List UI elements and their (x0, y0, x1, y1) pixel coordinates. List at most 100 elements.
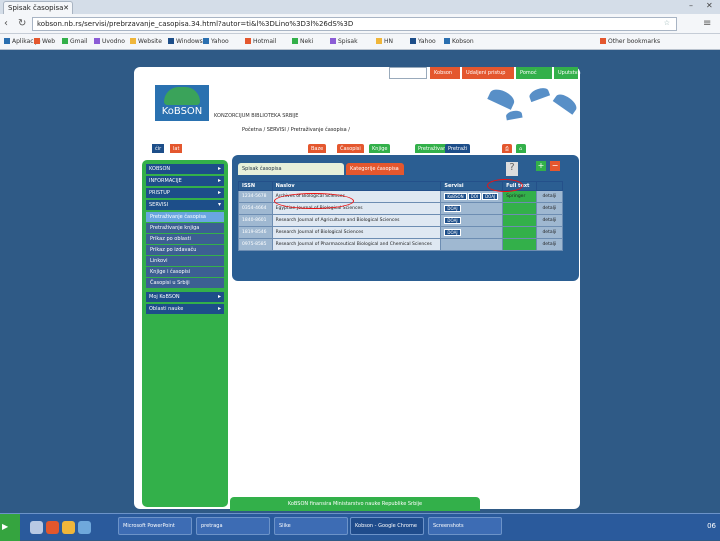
bookmark-item[interactable]: HN (376, 38, 393, 45)
minimize-icon[interactable]: – (689, 1, 693, 10)
topnav-help[interactable]: Pomoć (516, 67, 552, 79)
tree-logo-icon (164, 87, 200, 105)
clock: 06 (707, 522, 716, 530)
lang-cyrillic[interactable]: ćir (152, 144, 165, 153)
bookmark-item[interactable]: Gmail (62, 38, 88, 45)
quicklaunch-icon[interactable] (30, 521, 43, 534)
taskbar-window-button[interactable]: Screenshots (428, 517, 502, 535)
sidebar-section-info[interactable]: INFORMACIJE ▸ (146, 176, 224, 186)
mainnav-pretrazi[interactable]: Pretraži (445, 144, 471, 153)
service-badge[interactable]: KoBSON (444, 193, 467, 200)
tab-journal-list[interactable]: Spisak časopisa (238, 163, 344, 175)
sidebar-section-access[interactable]: PRISTUP ▸ (146, 188, 224, 198)
services-cell (440, 238, 504, 251)
bookmark-favicon-icon (292, 38, 298, 44)
fulltext-cell[interactable] (502, 202, 537, 215)
browser-tab[interactable]: Spisak časopisa ✕ (3, 1, 73, 14)
details-button[interactable]: detalji (535, 190, 564, 203)
details-button[interactable]: detalji (535, 202, 564, 215)
bookmark-item[interactable]: Hotmail (245, 38, 276, 45)
bookmark-item[interactable]: Yahoo (410, 38, 436, 45)
topnav-kobson[interactable]: Kobson (430, 67, 460, 79)
details-button[interactable]: detalji (535, 238, 564, 251)
topnav-guides[interactable]: Uputstva (554, 67, 581, 79)
service-badge[interactable]: DOAJ (444, 217, 461, 224)
add-icon[interactable]: + (536, 161, 546, 171)
close-tab-icon[interactable]: ✕ (63, 4, 69, 12)
bookmark-item[interactable]: Kobson (444, 38, 474, 45)
settings-wrench-icon[interactable]: ≡ (703, 18, 711, 29)
mainnav-knjige[interactable]: Knjige (369, 144, 391, 153)
fulltext-cell[interactable] (502, 226, 537, 239)
kobson-logo[interactable]: KoBSON (153, 83, 211, 123)
bookmark-item[interactable]: Other bookmarks (600, 38, 660, 45)
fulltext-cell[interactable]: Springer (502, 190, 537, 203)
bookmark-favicon-icon (330, 38, 336, 44)
journal-title-link[interactable]: Research Journal of Agriculture and Biol… (271, 214, 442, 227)
table-row: 1840-8601 Research Journal of Agriculture… (238, 214, 564, 227)
bookmark-favicon-icon (4, 38, 10, 44)
sidebar-item-book-search[interactable]: Pretraživanje knjiga (146, 223, 224, 233)
taskbar-window-button[interactable]: Slike (274, 517, 348, 535)
breadcrumb: Početna / SERVISI / Pretraživanje časopi… (242, 127, 350, 133)
reload-icon[interactable]: ↻ (18, 18, 26, 29)
bookmark-item[interactable]: Windows (168, 38, 203, 45)
chrome-icon[interactable] (46, 521, 59, 534)
print-icon[interactable]: ⎙ (502, 144, 512, 153)
mainnav-baze[interactable]: Baze (308, 144, 327, 153)
bookmark-favicon-icon (410, 38, 416, 44)
bookmark-favicon-icon (168, 38, 174, 44)
sidebar-section-kobson[interactable]: KOBSON ▸ (146, 164, 224, 174)
bookmark-star-icon[interactable]: ☆ (664, 19, 670, 27)
bookmark-item[interactable]: Web (34, 38, 55, 45)
bookmarks-bar: Aplikacije Web Gmail Uvodno Website Windows Ya… (0, 34, 720, 50)
brand-line: KONZORCIJUM BIBLIOTEKA SRBIJE (214, 113, 299, 119)
fulltext-cell[interactable] (502, 238, 537, 251)
mainnav-casopisi[interactable]: Časopisi (337, 144, 364, 153)
close-window-icon[interactable]: ✕ (706, 1, 713, 10)
ie-icon[interactable] (78, 521, 91, 534)
taskbar-window-button[interactable]: Kobson - Google Chrome (350, 517, 424, 535)
home-icon[interactable]: ⌂ (516, 144, 526, 153)
journal-title-link[interactable]: Research Journal of Pharmaceutical Biolo… (271, 238, 442, 251)
bookmark-item[interactable]: Website (130, 38, 162, 45)
service-badge[interactable]: DOI (467, 193, 482, 200)
bookmark-favicon-icon (130, 38, 136, 44)
service-badge[interactable]: DOAJ (482, 193, 499, 200)
services-cell: DOAJ (440, 226, 504, 239)
bookmark-item[interactable]: Neki (292, 38, 313, 45)
details-button[interactable]: detalji (535, 214, 564, 227)
site-search-input[interactable] (389, 67, 427, 79)
sidebar-item-links[interactable]: Linkovi (146, 256, 224, 266)
topnav-remote[interactable]: Udaljeni pristup (462, 67, 514, 79)
taskbar-window-button[interactable]: Microsoft PowerPoint (118, 517, 192, 535)
lang-latin[interactable]: lat (170, 144, 183, 153)
service-badge[interactable]: DOAJ (444, 229, 461, 236)
help-icon[interactable]: ? (506, 162, 518, 176)
sidebar-section-servisi[interactable]: SERVISI ▾ (146, 200, 224, 210)
bookmark-item[interactable]: Yahoo (203, 38, 229, 45)
sidebar-item-serbian-journals[interactable]: Časopisi u Srbiji (146, 278, 224, 288)
sidebar-section-fields[interactable]: Oblasti nauke ▸ (146, 304, 224, 314)
col-title: Naslov (271, 181, 442, 191)
sidebar-item-books-journals[interactable]: Knjige i časopisi (146, 267, 224, 277)
sidebar-section-my-kobson[interactable]: Moj KoBSON ▸ (146, 292, 224, 302)
sidebar-item-by-field[interactable]: Prikaz po oblasti (146, 234, 224, 244)
tab-journal-categories[interactable]: Kategorije časopisa (346, 163, 404, 175)
bookmark-favicon-icon (34, 38, 40, 44)
details-button[interactable]: detalji (535, 226, 564, 239)
bookmark-item[interactable]: Spisak (330, 38, 358, 45)
start-button[interactable]: ▶ (0, 514, 20, 541)
fulltext-cell[interactable] (502, 214, 537, 227)
url-input[interactable]: kobson.nb.rs/servisi/prebrzavanje_casopi… (32, 17, 677, 31)
journal-title-link[interactable]: Research Journal of Biological Sciences (271, 226, 442, 239)
folder-icon[interactable] (62, 521, 75, 534)
bookmark-favicon-icon (376, 38, 382, 44)
back-icon[interactable]: ‹ (4, 18, 8, 29)
service-badge[interactable]: DOAJ (444, 205, 461, 212)
sidebar-item-journal-search[interactable]: Pretraživanje časopisa (146, 212, 224, 222)
bookmark-item[interactable]: Uvodno (94, 38, 125, 45)
sidebar-item-by-publisher[interactable]: Prikaz po izdavaču (146, 245, 224, 255)
taskbar-window-button[interactable]: pretraga (196, 517, 270, 535)
remove-icon[interactable]: − (550, 161, 560, 171)
